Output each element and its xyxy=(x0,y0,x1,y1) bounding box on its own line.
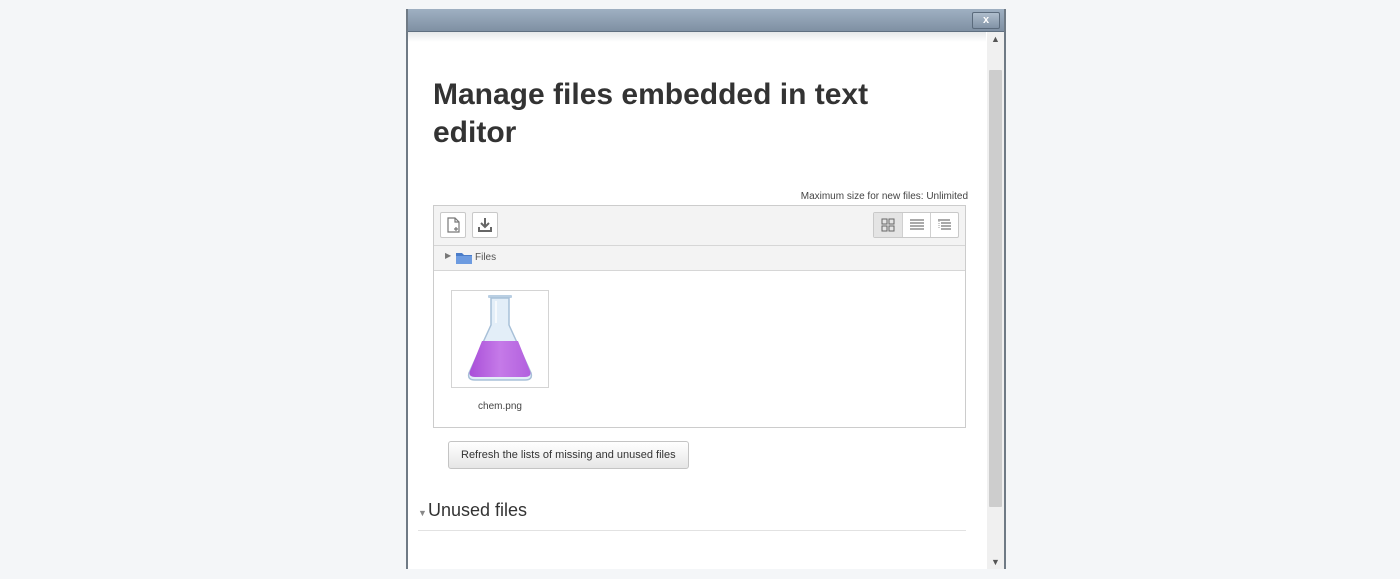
folder-icon xyxy=(456,253,472,264)
section-divider xyxy=(418,530,966,531)
file-name[interactable]: chem.png xyxy=(451,401,549,412)
max-size-note: Maximum size for new files: Unlimited xyxy=(800,191,968,202)
expand-arrow-icon[interactable]: ▶ xyxy=(445,251,451,260)
refresh-lists-button[interactable]: Refresh the lists of missing and unused … xyxy=(448,441,689,469)
flask-thumbnail-icon xyxy=(467,295,533,381)
add-file-button[interactable] xyxy=(440,212,466,238)
add-file-icon xyxy=(447,217,460,233)
tree-view-icon xyxy=(938,219,951,230)
path-bar[interactable]: ▶ Files xyxy=(434,246,965,271)
scroll-thumb[interactable] xyxy=(989,70,1002,507)
dialog-titlebar[interactable]: x xyxy=(408,9,1004,32)
download-icon xyxy=(478,218,492,232)
path-label[interactable]: Files xyxy=(475,252,496,263)
close-button[interactable]: x xyxy=(972,12,1000,29)
unused-files-heading[interactable]: Unused files xyxy=(428,500,527,521)
icons-view-icon xyxy=(881,218,895,232)
file-thumbnail[interactable] xyxy=(451,290,549,388)
view-switcher xyxy=(873,212,959,238)
tree-view-button[interactable] xyxy=(930,213,958,237)
vertical-scrollbar[interactable]: ▲ ▼ xyxy=(987,32,1004,569)
scroll-up-icon[interactable]: ▲ xyxy=(987,32,1004,46)
dialog-content: Manage files embedded in text editor Max… xyxy=(408,32,986,569)
page-title: Manage files embedded in text editor xyxy=(433,78,869,149)
list-view-icon xyxy=(910,219,924,230)
list-view-button[interactable] xyxy=(902,213,930,237)
scroll-down-icon[interactable]: ▼ xyxy=(987,555,1004,569)
file-manager: ▶ Files chem.png xyxy=(433,205,966,428)
file-manager-dialog: x Manage files embedded in text editor M… xyxy=(406,9,1006,569)
icons-view-button[interactable] xyxy=(874,213,902,237)
file-manager-toolbar xyxy=(434,206,965,246)
collapse-arrow-icon[interactable]: ▼ xyxy=(418,508,427,518)
download-button[interactable] xyxy=(472,212,498,238)
